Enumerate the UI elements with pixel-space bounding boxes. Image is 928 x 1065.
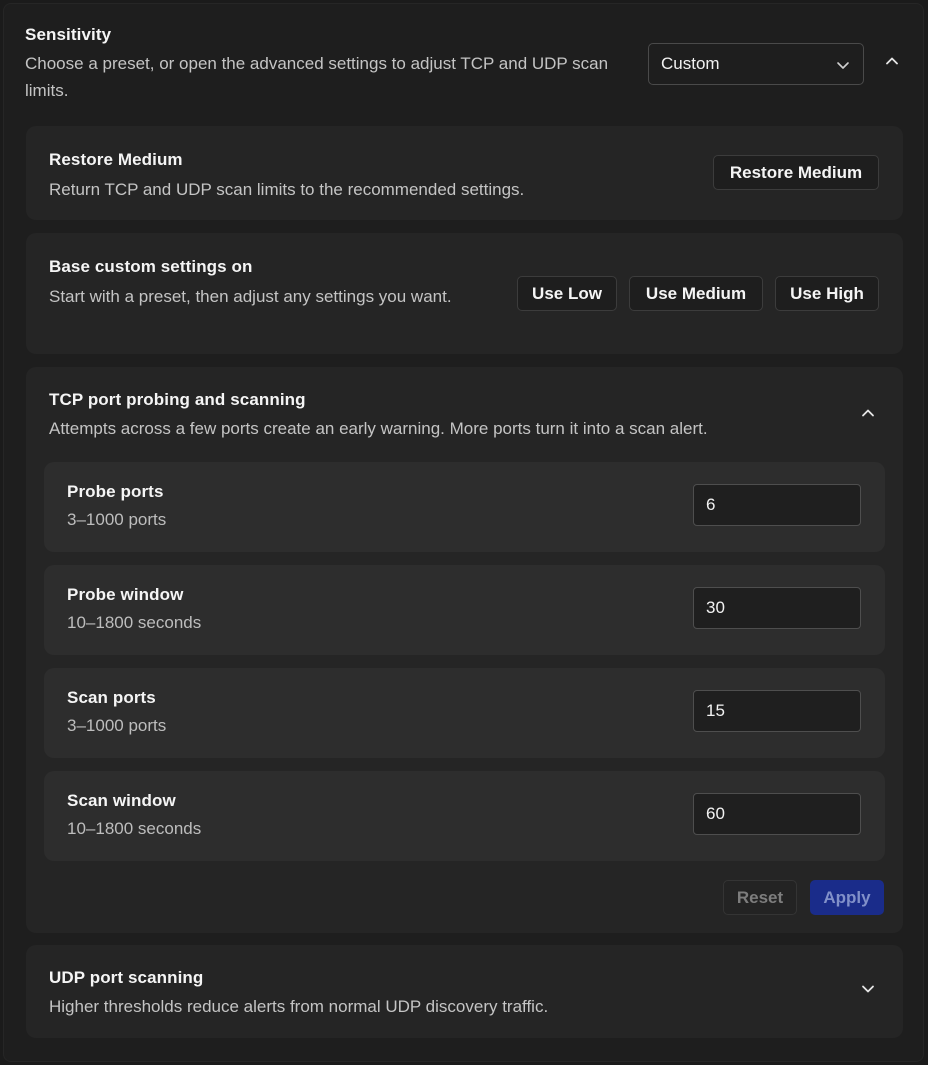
scan-ports-input[interactable]	[693, 690, 861, 732]
udp-expand-button[interactable]	[856, 979, 880, 1003]
use-low-button[interactable]: Use Low	[517, 276, 617, 311]
sensitivity-collapse-button[interactable]	[880, 51, 904, 75]
udp-description: Higher thresholds reduce alerts from nor…	[49, 997, 549, 1016]
scan-ports-range: 3–1000 ports	[67, 716, 167, 735]
base-settings-card: Base custom settings on Start with a pre…	[26, 233, 903, 354]
probe-ports-row: Probe ports 3–1000 ports	[44, 462, 885, 552]
use-high-button[interactable]: Use High	[775, 276, 879, 311]
scan-window-label: Scan window	[67, 791, 176, 810]
probe-ports-range: 3–1000 ports	[67, 510, 167, 529]
scan-ports-label: Scan ports	[67, 688, 156, 707]
scan-window-input[interactable]	[693, 793, 861, 835]
chevron-down-icon	[860, 981, 876, 1002]
restore-title: Restore Medium	[49, 150, 183, 169]
probe-window-label: Probe window	[67, 585, 184, 604]
probe-ports-input[interactable]	[693, 484, 861, 526]
sensitivity-panel: Sensitivity Choose a preset, or open the…	[3, 3, 924, 1062]
preset-select-value: Custom	[661, 54, 720, 73]
tcp-title: TCP port probing and scanning	[49, 390, 306, 409]
tcp-collapse-button[interactable]	[856, 403, 880, 427]
reset-button[interactable]: Reset	[723, 880, 797, 915]
tcp-scanning-card: TCP port probing and scanning Attempts a…	[26, 367, 903, 933]
chevron-up-icon	[884, 53, 900, 74]
restore-description: Return TCP and UDP scan limits to the re…	[49, 180, 525, 199]
restore-medium-card: Restore Medium Return TCP and UDP scan l…	[26, 126, 903, 220]
scan-window-row: Scan window 10–1800 seconds	[44, 771, 885, 861]
use-medium-button[interactable]: Use Medium	[629, 276, 763, 311]
base-description: Start with a preset, then adjust any set…	[49, 287, 452, 306]
chevron-up-icon	[860, 405, 876, 426]
restore-medium-button[interactable]: Restore Medium	[713, 155, 879, 190]
probe-window-row: Probe window 10–1800 seconds	[44, 565, 885, 655]
udp-title: UDP port scanning	[49, 968, 204, 987]
probe-window-range: 10–1800 seconds	[67, 613, 202, 632]
base-title: Base custom settings on	[49, 257, 253, 276]
sensitivity-description: Choose a preset, or open the advanced se…	[25, 54, 609, 100]
udp-scanning-card[interactable]: UDP port scanning Higher thresholds redu…	[26, 945, 903, 1038]
chevron-down-icon	[835, 57, 851, 73]
sensitivity-title: Sensitivity	[25, 25, 112, 44]
probe-window-input[interactable]	[693, 587, 861, 629]
scan-ports-row: Scan ports 3–1000 ports	[44, 668, 885, 758]
preset-select[interactable]: Custom	[648, 43, 864, 85]
probe-ports-label: Probe ports	[67, 482, 164, 501]
scan-window-range: 10–1800 seconds	[67, 819, 202, 838]
tcp-description: Attempts across a few ports create an ea…	[49, 419, 708, 438]
apply-button[interactable]: Apply	[810, 880, 884, 915]
